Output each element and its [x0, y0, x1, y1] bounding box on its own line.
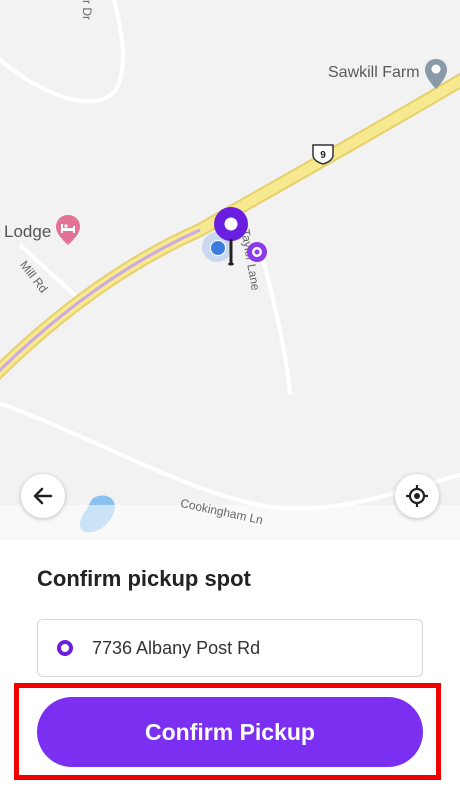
map-view[interactable]: r Dr Sawkill Farm Lodge Mill Rd Taylor L… [0, 0, 460, 540]
pickup-spot-marker-icon[interactable] [246, 241, 268, 263]
pickup-address-text: 7736 Albany Post Rd [92, 637, 261, 658]
place-label-sawkill-farm[interactable]: Sawkill Farm [328, 64, 420, 82]
page-title: Confirm pickup spot [37, 566, 251, 591]
confirm-pickup-button[interactable]: Confirm Pickup [37, 697, 423, 767]
route-shield-icon: 9 [312, 144, 334, 165]
pickup-pin-icon[interactable] [212, 205, 250, 267]
crosshair-location-icon [406, 485, 428, 507]
arrow-left-icon [33, 487, 53, 505]
map-pin-icon[interactable] [424, 58, 448, 90]
locate-me-button[interactable] [395, 474, 439, 518]
road-label-dr: r Dr [80, 0, 94, 20]
route-number: 9 [320, 150, 326, 161]
place-label-lodge[interactable]: Lodge [4, 222, 51, 242]
bed-icon[interactable] [55, 214, 81, 246]
pickup-address-field[interactable]: 7736 Albany Post Rd [37, 619, 423, 677]
location-dot-icon [57, 640, 73, 656]
back-button[interactable] [21, 474, 65, 518]
